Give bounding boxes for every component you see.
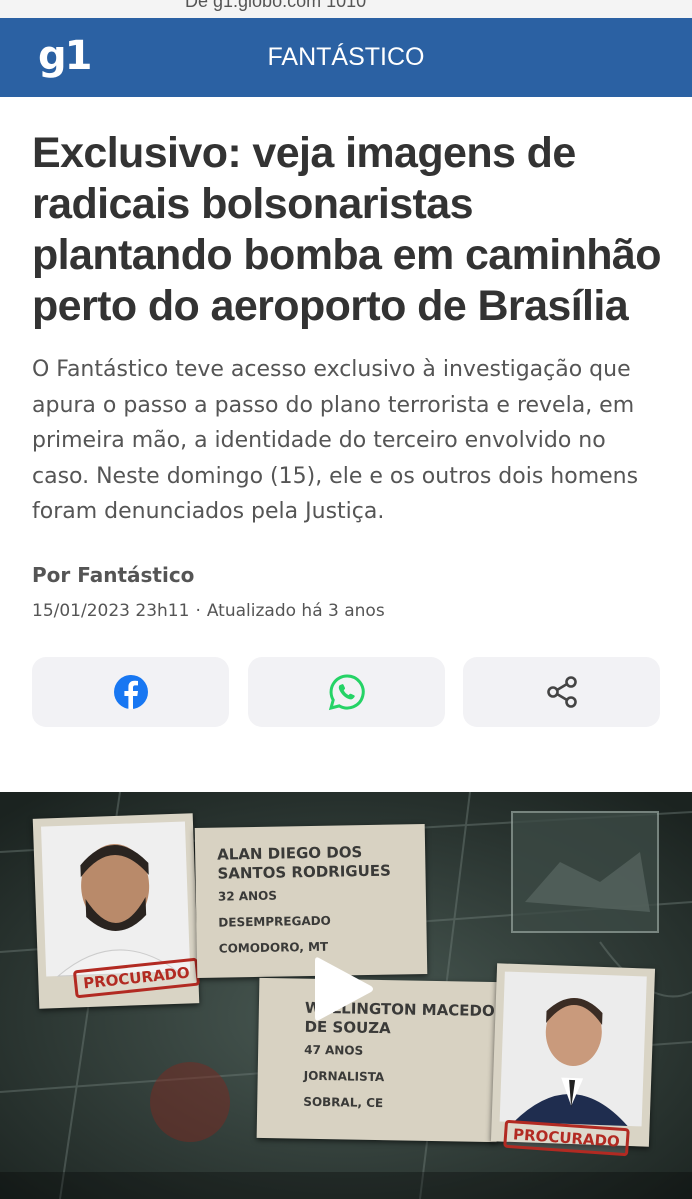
share-facebook-button[interactable]	[32, 657, 229, 727]
share-generic-button[interactable]	[463, 657, 660, 727]
share-icon	[546, 676, 577, 708]
suspect2-card: WELLINGTON MACEDO DE SOUZA 47 ANOS JORNA…	[256, 977, 500, 1143]
article-date: 15/01/2023 23h11 · Atualizado há 3 anos	[32, 601, 385, 621]
facebook-icon	[113, 675, 148, 709]
play-icon[interactable]	[313, 954, 375, 1024]
suspect1-name: ALAN DIEGO DOS SANTOS RODRIGUES	[217, 843, 392, 883]
suspect2-city: SOBRAL, CE	[303, 1094, 384, 1111]
browser-url-text: De g1.globo.com 1010	[185, 0, 367, 11]
suspect1-job: DESEMPREGADO	[218, 913, 331, 930]
article-headline: Exclusivo: veja imagens de radicais bols…	[32, 129, 661, 330]
suspect1-card: ALAN DIEGO DOS SANTOS RODRIGUES 32 ANOS …	[194, 824, 428, 978]
suspect2-job: JORNALISTA	[303, 1068, 385, 1085]
article-summary: O Fantástico teve acesso exclusivo à inv…	[32, 357, 639, 524]
whatsapp-icon	[328, 674, 365, 711]
updated-date: Atualizado há 3 anos	[206, 601, 385, 621]
site-header: g1 FANTÁSTICO	[0, 18, 692, 97]
suspect2-photo	[490, 963, 656, 1147]
browser-url-strip: De g1.globo.com 1010	[0, 0, 692, 18]
suspect1-age: 32 ANOS	[217, 888, 278, 904]
section-title[interactable]: FANTÁSTICO	[268, 43, 425, 72]
suspect2-portrait	[499, 971, 647, 1127]
date-separator: ·	[195, 601, 201, 621]
suspect2-age: 47 ANOS	[304, 1042, 364, 1058]
share-whatsapp-button[interactable]	[248, 657, 445, 727]
g1-logo[interactable]: g1	[38, 32, 92, 80]
published-date: 15/01/2023 23h11	[32, 601, 190, 621]
article-byline: Por Fantástico	[32, 563, 195, 587]
